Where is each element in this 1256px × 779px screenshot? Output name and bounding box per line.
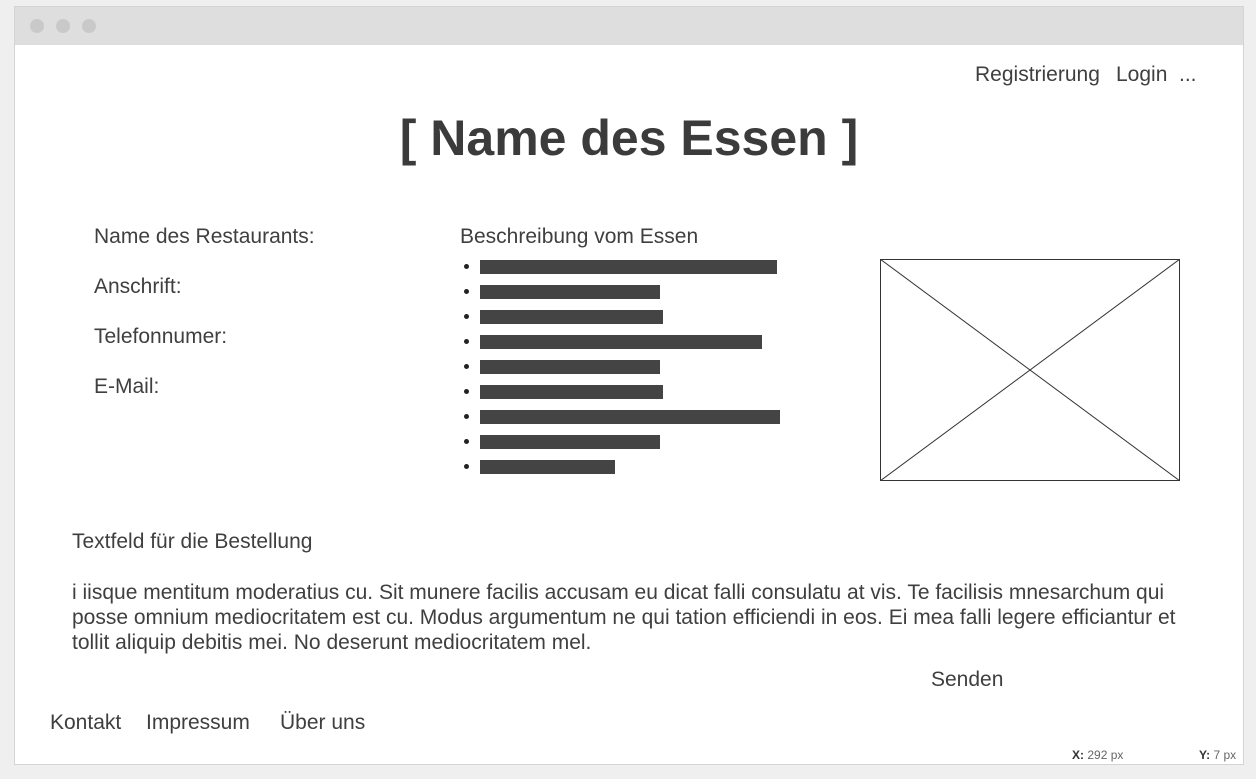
bullet-icon xyxy=(464,414,469,419)
order-textarea[interactable]: i iisque mentitum moderatius cu. Sit mun… xyxy=(72,580,1202,655)
placeholder-text-bar xyxy=(480,435,660,449)
nav-link-registrierung[interactable]: Registrierung xyxy=(975,63,1100,87)
bullet-icon xyxy=(464,364,469,369)
window-close-dot[interactable] xyxy=(30,19,44,33)
placeholder-text-bar xyxy=(480,360,660,374)
placeholder-text-bar xyxy=(480,335,762,349)
bullet-icon xyxy=(464,339,469,344)
restaurant-name-label: Name des Restaurants: xyxy=(94,225,315,248)
bullet-icon xyxy=(464,289,469,294)
x-coordinate-readout: X: 292 px xyxy=(1072,748,1124,762)
placeholder-text-bar xyxy=(480,260,777,274)
bullet-icon xyxy=(464,439,469,444)
browser-window: Registrierung Login ... [ Name des Essen… xyxy=(14,6,1244,765)
phone-label: Telefonnumer: xyxy=(94,325,228,348)
bullet-icon xyxy=(464,389,469,394)
y-coordinate-readout: Y: 7 px xyxy=(1199,748,1237,762)
page-title: [ Name des Essen ] xyxy=(399,110,859,166)
bullet-icon xyxy=(464,314,469,319)
window-titlebar xyxy=(15,7,1243,45)
nav-link-login[interactable]: Login xyxy=(1116,63,1167,87)
address-label: Anschrift: xyxy=(94,275,182,298)
footer-link-kontakt[interactable]: Kontakt xyxy=(50,711,121,735)
placeholder-text-bar xyxy=(480,310,663,324)
window-minimize-dot[interactable] xyxy=(56,19,70,33)
nav-more[interactable]: ... xyxy=(1179,63,1197,87)
email-label: E-Mail: xyxy=(94,375,160,398)
footer-link-impressum[interactable]: Impressum xyxy=(146,711,250,735)
send-button[interactable]: Senden xyxy=(931,668,1003,692)
placeholder-text-bar xyxy=(480,385,663,399)
order-heading: Textfeld für die Bestellung xyxy=(72,530,313,553)
placeholder-text-bar xyxy=(480,285,660,299)
placeholder-text-bar xyxy=(480,410,780,424)
image-placeholder-icon xyxy=(880,259,1180,481)
bullet-icon xyxy=(464,264,469,269)
placeholder-text-bar xyxy=(480,460,615,474)
window-maximize-dot[interactable] xyxy=(82,19,96,33)
bullet-icon xyxy=(464,464,469,469)
footer-link-ueber-uns[interactable]: Über uns xyxy=(280,711,365,735)
description-heading: Beschreibung vom Essen xyxy=(460,225,699,248)
